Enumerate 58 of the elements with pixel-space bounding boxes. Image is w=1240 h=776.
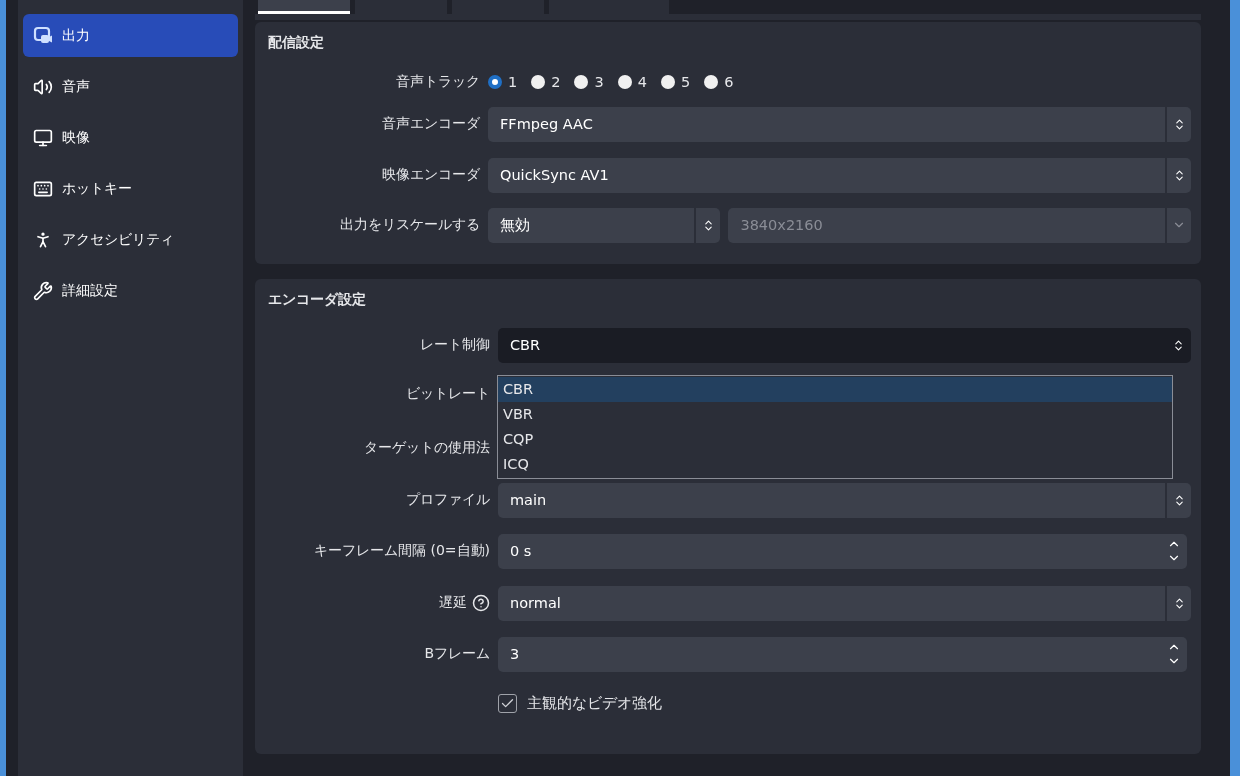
radio-button[interactable] (617, 75, 632, 89)
dropdown-option[interactable]: CQP (498, 427, 1172, 452)
radio-label: 5 (680, 74, 691, 90)
checkbox-row[interactable]: 主観的なビデオ強化 (498, 693, 1191, 713)
number-field[interactable]: 3 (498, 636, 1187, 672)
dropdown-field[interactable]: main (498, 482, 1191, 518)
dropdown-field[interactable]: normal (498, 585, 1191, 621)
sidebar-item[interactable]: 音声 (23, 65, 238, 108)
field-label: 遅延 (439, 594, 467, 612)
dropdown-option[interactable]: CBR (498, 377, 1172, 402)
field-label: キーフレーム間隔 (0=自動) (314, 542, 490, 560)
radio-button[interactable] (488, 75, 502, 89)
field-label: ビットレート (406, 385, 490, 403)
radio-option[interactable]: 3 (574, 74, 604, 90)
radio-label: 3 (594, 74, 604, 90)
checkbox[interactable] (498, 693, 517, 713)
sidebar-item[interactable]: 詳細設定 (23, 269, 238, 312)
radio-button[interactable] (574, 75, 589, 89)
radio-option[interactable]: 4 (617, 74, 647, 90)
help-icon[interactable] (472, 594, 490, 612)
radio-button[interactable] (531, 75, 546, 89)
field-label: ターゲットの使用法 (364, 439, 490, 457)
sidebar-item[interactable]: ホットキー (23, 167, 238, 210)
radio-option[interactable]: 5 (660, 74, 691, 90)
radio-option[interactable]: 2 (531, 74, 561, 90)
dropdown-field[interactable]: FFmpeg AAC (488, 106, 1191, 142)
field-label: 出力をリスケールする (340, 216, 480, 234)
field-label: レート制御 (420, 336, 490, 354)
section-title: 配信設定 (268, 34, 325, 52)
speaker-icon (33, 76, 53, 97)
sidebar-item[interactable]: 映像 (23, 116, 238, 159)
field-label: Bフレーム (424, 645, 490, 663)
radio-button[interactable] (660, 75, 675, 89)
radio-label: 1 (508, 74, 518, 90)
monitor-icon (33, 127, 53, 148)
dropdown-field[interactable]: 無効 (488, 207, 721, 243)
sidebar-item[interactable]: 出力 (23, 14, 238, 57)
dropdown-field[interactable]: CBR (498, 327, 1191, 363)
dropdown-option[interactable]: ICQ (498, 452, 1172, 477)
section-title: エンコーダ設定 (268, 291, 367, 309)
number-field[interactable]: 0 s (498, 533, 1187, 569)
sidebar-item[interactable]: アクセシビリティ (23, 218, 238, 261)
radio-option[interactable]: 1 (488, 74, 518, 90)
dropdown-option[interactable]: VBR (498, 402, 1172, 427)
dropdown-field[interactable]: QuickSync AV1 (488, 157, 1191, 193)
wrench-icon (33, 280, 53, 301)
radio-option[interactable]: 6 (704, 74, 734, 90)
field-label: プロファイル (406, 491, 490, 509)
field-label: 音声エンコーダ (382, 115, 480, 133)
radio-label: 2 (551, 74, 561, 90)
radio-button[interactable] (704, 75, 719, 89)
radio-label: 6 (724, 74, 734, 90)
field-label: 音声トラック (396, 73, 480, 91)
radio-label: 4 (637, 74, 647, 90)
field-label: 映像エンコーダ (382, 166, 480, 184)
checkbox-label: 主観的なビデオ強化 (527, 693, 662, 713)
tab[interactable] (258, 0, 350, 14)
camera-screen-icon (33, 25, 53, 46)
